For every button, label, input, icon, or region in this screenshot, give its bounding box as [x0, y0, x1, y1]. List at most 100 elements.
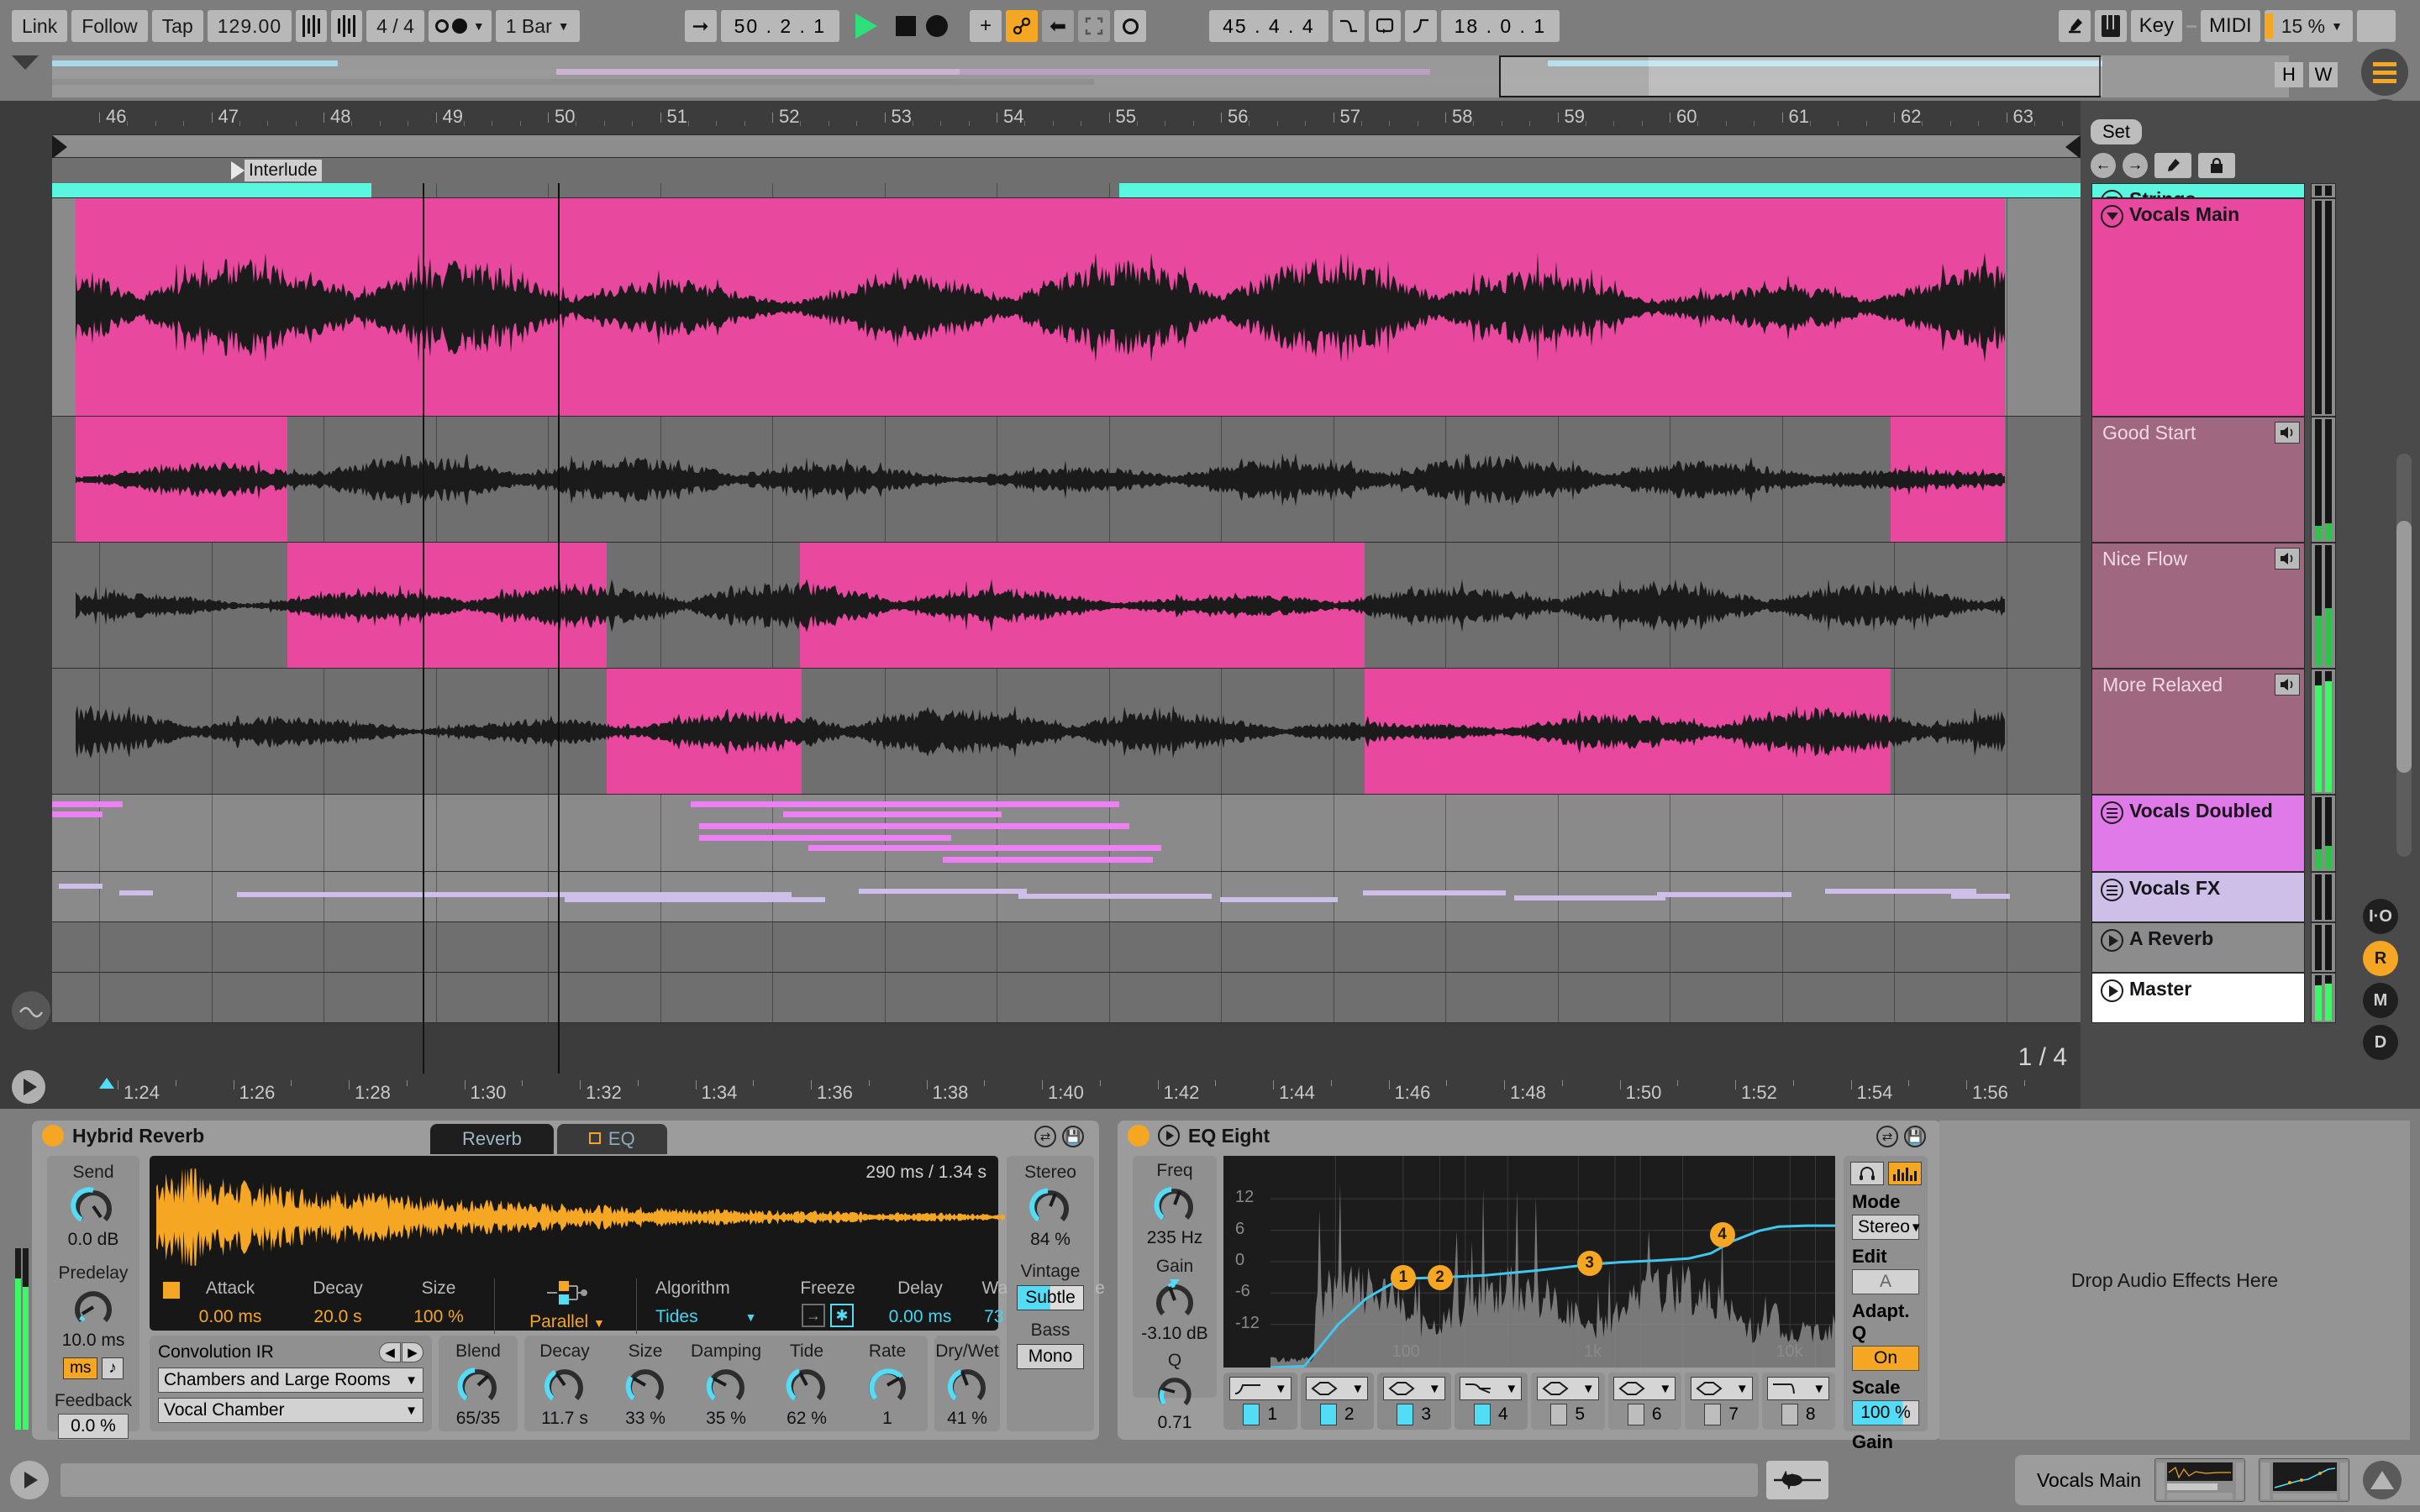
feedback-value[interactable]: 0.0 % [58, 1414, 129, 1439]
tempo-field[interactable]: 129.00 [207, 10, 292, 42]
ir-size-value[interactable]: 100 % [405, 1307, 472, 1327]
arrangement-position-field[interactable]: 50 . 2 . 1 [720, 10, 840, 42]
arrangement-lane[interactable] [52, 669, 2119, 795]
eq-eight-mini[interactable] [2259, 1458, 2349, 1502]
eq-gain-knob[interactable] [1151, 1277, 1198, 1324]
loop-switch-icon[interactable] [1368, 10, 1401, 42]
predelay-unit-ms[interactable]: ms [63, 1357, 98, 1379]
ir-waveform-display[interactable]: 290 ms / 1.34 s Attack 0.00 ms Decay 20.… [150, 1156, 1105, 1334]
play-icon[interactable] [2101, 929, 2123, 952]
track-name[interactable]: Vocals Doubled [2092, 795, 2304, 822]
record-icon[interactable] [926, 15, 949, 37]
midi-note[interactable] [1018, 894, 1212, 899]
eq-band-enable-8[interactable] [1781, 1404, 1798, 1425]
eq-band-handle-1[interactable]: 1 [1390, 1264, 1416, 1290]
midi-note[interactable] [52, 811, 103, 817]
routing-value[interactable]: Parallel ▼ [517, 1312, 618, 1332]
track-name[interactable]: Nice Flow [2092, 543, 2304, 570]
eq-band-shape-select-2[interactable]: ▼ [1306, 1377, 1369, 1400]
loop-start-handle[interactable] [52, 135, 67, 159]
eq-freq-knob[interactable] [1151, 1181, 1198, 1228]
locator-row[interactable]: Interlude [52, 158, 2081, 183]
eq-mode-select[interactable]: Stereo ▼ [1852, 1215, 1923, 1240]
eq-band-enable-5[interactable] [1550, 1404, 1568, 1425]
eq-edit-value[interactable]: A [1852, 1269, 1919, 1294]
eq-q-knob[interactable] [1154, 1371, 1196, 1413]
fade-icon[interactable] [1332, 10, 1365, 42]
save-preset-icon[interactable]: 💾 [1062, 1126, 1084, 1147]
eq-band-4[interactable]: ▼ 4 [1454, 1373, 1528, 1430]
midi-note[interactable] [119, 890, 153, 895]
device-swap-icon[interactable]: ⇄ [1876, 1126, 1898, 1147]
audio-clip[interactable] [52, 183, 371, 197]
midi-note[interactable] [1363, 890, 1506, 895]
eq-band-shape-select-3[interactable]: ▼ [1382, 1377, 1445, 1400]
midi-note[interactable] [52, 801, 123, 807]
freeze-flat-icon[interactable]: ✱ [830, 1304, 854, 1327]
ir-decay-value[interactable]: 20.0 s [304, 1307, 371, 1327]
track-name[interactable]: Vocals Main [2092, 199, 2304, 226]
algorithm-select[interactable]: Tides ▼ [655, 1307, 781, 1327]
track-header-good-start[interactable]: Good Start [2091, 417, 2305, 543]
overdub-circle-icon[interactable] [1114, 10, 1147, 42]
status-play-icon[interactable] [12, 1070, 45, 1104]
midi-note[interactable] [1657, 892, 1791, 897]
bar-ruler[interactable]: 46474849505152535455565758596061626364 [0, 101, 2204, 134]
eq-scale-value[interactable]: 100 % [1852, 1400, 1919, 1425]
pencil-icon[interactable] [2154, 153, 2191, 178]
predelay-unit-note[interactable]: ♪ [102, 1357, 124, 1379]
midi-note[interactable] [808, 845, 1161, 851]
reverb-knob-decay[interactable] [541, 1362, 588, 1409]
reverb-knob-rate[interactable] [864, 1362, 911, 1409]
track-name[interactable]: A Reverb [2092, 923, 2304, 950]
arrangement-view-icon[interactable] [2361, 49, 2408, 96]
arrow-left-icon[interactable]: ← [2091, 153, 2116, 178]
show-hide-icon[interactable] [2363, 1461, 2402, 1499]
arrow-right-small-icon[interactable]: ▶ [402, 1342, 424, 1362]
computer-midi-keyboard-icon[interactable] [2094, 10, 2127, 42]
device-power-icon[interactable] [1128, 1125, 1150, 1147]
r-badge[interactable]: R [2363, 941, 2398, 976]
locator-marker[interactable]: Interlude [231, 158, 322, 183]
midi-note[interactable] [1220, 897, 1338, 902]
speaker-icon[interactable] [2275, 674, 2300, 696]
track-name[interactable]: Strings [2092, 184, 2304, 197]
predelay-knob[interactable] [70, 1284, 117, 1331]
track-header-nice-flow[interactable]: Nice Flow [2091, 543, 2305, 669]
play-icon[interactable] [2101, 979, 2123, 1002]
group-track-icon[interactable] [2101, 801, 2123, 824]
loop-start-field[interactable]: 45 . 4 . 4 [1209, 10, 1328, 42]
m-badge[interactable]: M [2363, 983, 2398, 1018]
d-badge[interactable]: D [2363, 1025, 2398, 1060]
track-header-master[interactable]: Master [2091, 973, 2305, 1023]
arrangement-lane[interactable] [52, 198, 2119, 417]
nudge-icon[interactable] [331, 10, 363, 42]
loop-length-field[interactable]: 18 . 0 . 1 [1440, 10, 1560, 42]
pencil-icon[interactable] [2058, 10, 2091, 42]
arrangement-lane[interactable] [52, 795, 2119, 872]
eq-band-enable-3[interactable] [1397, 1404, 1414, 1425]
punch-in-icon[interactable]: ➞ [684, 10, 717, 42]
stereo-knob[interactable] [1027, 1183, 1074, 1230]
device-swap-icon[interactable]: ⇄ [1034, 1126, 1056, 1147]
eq-band-1[interactable]: ▼ 1 [1223, 1373, 1297, 1430]
hybrid-reverb-device[interactable]: Hybrid Reverb Reverb EQ ⇄ 💾 Send 0.0 dB … [32, 1121, 1105, 1440]
eq-band-enable-2[interactable] [1319, 1404, 1337, 1425]
time-signature-field[interactable]: 4 / 4 [366, 10, 424, 42]
eq-band-enable-6[interactable] [1627, 1404, 1644, 1425]
tap-tempo-button[interactable]: Tap [151, 10, 203, 42]
eq-band-5[interactable]: ▼ 5 [1531, 1373, 1605, 1430]
tab-eq[interactable]: EQ [556, 1124, 667, 1154]
send-knob[interactable] [70, 1183, 117, 1230]
ir-preset-select[interactable]: Vocal Chamber ▼ [158, 1398, 424, 1423]
overview-h-button[interactable]: H [2275, 62, 2303, 87]
track-name[interactable]: Master [2092, 974, 2304, 1000]
eq-band-shape-select-6[interactable]: ▼ [1613, 1377, 1676, 1400]
fold-track-icon[interactable] [2101, 205, 2123, 228]
eq-band-shape-select-8[interactable]: ▼ [1767, 1377, 1830, 1400]
vintage-value[interactable]: Subtle [1017, 1285, 1084, 1310]
eq-band-7[interactable]: ▼ 7 [1685, 1373, 1759, 1430]
lock-icon[interactable] [2198, 153, 2235, 178]
arrangement-lane[interactable] [52, 417, 2119, 543]
quantization-select[interactable]: 1 Bar ▼ [495, 10, 580, 42]
